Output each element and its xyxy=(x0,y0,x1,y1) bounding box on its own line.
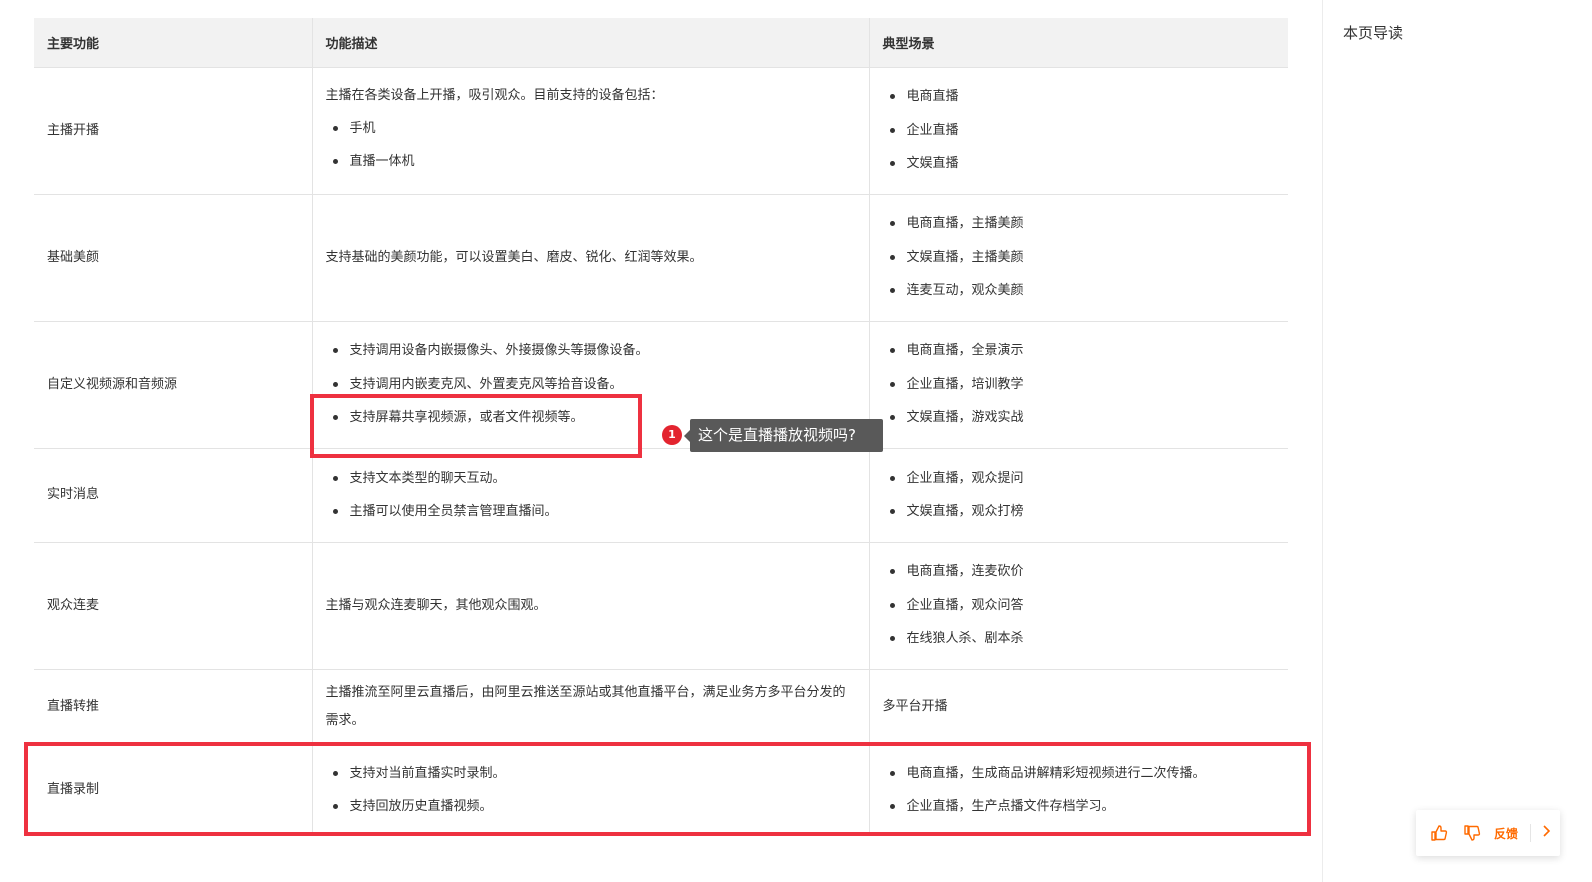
scenes-cell: 企业直播，观众提问 文娱直播，观众打榜 xyxy=(869,448,1288,543)
list-item: 手机 xyxy=(326,112,856,146)
description-text: 主播推流至阿里云直播后，由阿里云推送至源站或其他直播平台，满足业务方多平台分发的… xyxy=(325,685,846,728)
description-cell: 支持对当前直播实时录制。 支持回放历史直播视频。 xyxy=(312,745,870,835)
list-item: 文娱直播 xyxy=(883,147,1276,181)
header-feature: 主要功能 xyxy=(34,18,313,68)
table-header-row: 主要功能 功能描述 典型场景 xyxy=(34,18,1288,68)
feature-cell: 基础美颜 xyxy=(34,194,313,322)
scenes-cell: 电商直播，全景演示 企业直播，培训教学 文娱直播，游戏实战 xyxy=(869,321,1288,449)
content-area: 主要功能 功能描述 典型场景 主播开播 主播在各类设备上开播，吸引观众。目前支持… xyxy=(34,18,1288,835)
description-list: 支持对当前直播实时录制。 支持回放历史直播视频。 xyxy=(326,757,856,824)
description-cell: 主播在各类设备上开播，吸引观众。目前支持的设备包括： 手机 直播一体机 xyxy=(312,67,870,195)
feature-cell: 直播录制 xyxy=(34,745,313,835)
scenes-cell: 电商直播，生成商品讲解精彩短视频进行二次传播。 企业直播，生产点播文件存档学习。 xyxy=(869,745,1288,835)
feedback-widget: 反馈 xyxy=(1416,810,1560,856)
list-item: 企业直播 xyxy=(883,114,1276,148)
table-row: 实时消息 支持文本类型的聊天互动。 主播可以使用全员禁言管理直播间。 企业直播，… xyxy=(34,448,1288,543)
list-item: 电商直播 xyxy=(883,80,1276,114)
scenes-list: 电商直播，主播美颜 文娱直播，主播美颜 连麦互动，观众美颜 xyxy=(883,207,1276,308)
scenes-list: 电商直播 企业直播 文娱直播 xyxy=(883,80,1276,181)
scenes-cell: 电商直播，连麦砍价 企业直播，观众问答 在线狼人杀、剧本杀 xyxy=(869,542,1288,670)
table-row: 直播转推 主播推流至阿里云直播后，由阿里云推送至源站或其他直播平台，满足业务方多… xyxy=(34,669,1288,746)
list-item: 文娱直播，游戏实战 xyxy=(883,401,1276,435)
description-cell: 主播与观众连麦聊天，其他观众围观。 xyxy=(312,542,870,670)
feedback-button[interactable]: 反馈 xyxy=(1494,825,1518,842)
scenes-list: 电商直播，生成商品讲解精彩短视频进行二次传播。 企业直播，生产点播文件存档学习。 xyxy=(883,757,1276,824)
sidebar-divider xyxy=(1322,0,1323,882)
list-item: 主播可以使用全员禁言管理直播间。 xyxy=(326,495,856,529)
feature-table: 主要功能 功能描述 典型场景 主播开播 主播在各类设备上开播，吸引观众。目前支持… xyxy=(34,18,1288,835)
list-item: 文娱直播，主播美颜 xyxy=(883,241,1276,275)
list-item: 支持调用内嵌麦克风、外置麦克风等拾音设备。 xyxy=(326,368,856,402)
list-item: 支持回放历史直播视频。 xyxy=(326,790,856,824)
list-item: 直播一体机 xyxy=(326,145,856,179)
description-cell: 支持基础的美颜功能，可以设置美白、磨皮、锐化、红润等效果。 xyxy=(312,194,870,322)
list-item: 连麦互动，观众美颜 xyxy=(883,274,1276,308)
description-text: 支持基础的美颜功能，可以设置美白、磨皮、锐化、红润等效果。 xyxy=(325,249,703,265)
description-cell: 主播推流至阿里云直播后，由阿里云推送至源站或其他直播平台，满足业务方多平台分发的… xyxy=(312,669,870,746)
annotation-marker[interactable]: 1 xyxy=(662,425,682,445)
annotation-tooltip: 这个是直播播放视频吗? xyxy=(684,419,883,452)
list-item: 电商直播，生成商品讲解精彩短视频进行二次传播。 xyxy=(883,757,1276,791)
list-item: 文娱直播，观众打榜 xyxy=(883,495,1276,529)
header-description: 功能描述 xyxy=(312,18,870,68)
thumbs-up-icon[interactable] xyxy=(1428,822,1450,844)
toc-title: 本页导读 xyxy=(1343,24,1404,42)
list-item: 企业直播，生产点播文件存档学习。 xyxy=(883,790,1276,824)
scenes-list: 电商直播，连麦砍价 企业直播，观众问答 在线狼人杀、剧本杀 xyxy=(883,555,1276,656)
header-scenes: 典型场景 xyxy=(869,18,1288,68)
list-item: 电商直播，主播美颜 xyxy=(883,207,1276,241)
table-row: 主播开播 主播在各类设备上开播，吸引观众。目前支持的设备包括： 手机 直播一体机… xyxy=(34,67,1288,195)
list-item: 支持调用设备内嵌摄像头、外接摄像头等摄像设备。 xyxy=(326,334,856,368)
table-row: 观众连麦 主播与观众连麦聊天，其他观众围观。 电商直播，连麦砍价 企业直播，观众… xyxy=(34,542,1288,670)
description-text: 主播与观众连麦聊天，其他观众围观。 xyxy=(325,597,547,613)
list-item: 企业直播，观众问答 xyxy=(883,589,1276,623)
feature-cell: 观众连麦 xyxy=(34,542,313,670)
table-row: 自定义视频源和音频源 支持调用设备内嵌摄像头、外接摄像头等摄像设备。 支持调用内… xyxy=(34,321,1288,449)
table-row: 直播录制 支持对当前直播实时录制。 支持回放历史直播视频。 电商直播，生成商品讲… xyxy=(34,745,1288,835)
description-list: 手机 直播一体机 xyxy=(326,112,856,179)
feature-cell: 主播开播 xyxy=(34,67,313,195)
scenes-cell: 电商直播，主播美颜 文娱直播，主播美颜 连麦互动，观众美颜 xyxy=(869,194,1288,322)
divider xyxy=(1530,824,1532,842)
description-list: 支持文本类型的聊天互动。 主播可以使用全员禁言管理直播间。 xyxy=(326,462,856,529)
scenes-cell: 电商直播 企业直播 文娱直播 xyxy=(869,67,1288,195)
list-item: 企业直播，培训教学 xyxy=(883,368,1276,402)
description-cell: 支持文本类型的聊天互动。 主播可以使用全员禁言管理直播间。 xyxy=(312,448,870,543)
list-item: 电商直播，连麦砍价 xyxy=(883,555,1276,589)
scenes-cell: 多平台开播 xyxy=(869,669,1288,746)
list-item: 支持文本类型的聊天互动。 xyxy=(326,462,856,496)
feature-cell: 直播转推 xyxy=(34,669,313,746)
feature-cell: 实时消息 xyxy=(34,448,313,543)
scenes-list: 企业直播，观众提问 文娱直播，观众打榜 xyxy=(883,462,1276,529)
thumbs-down-icon[interactable] xyxy=(1461,822,1483,844)
chevron-right-icon[interactable] xyxy=(1541,825,1551,841)
description-text: 主播在各类设备上开播，吸引观众。目前支持的设备包括： xyxy=(325,87,664,103)
list-item: 电商直播，全景演示 xyxy=(883,334,1276,368)
list-item: 企业直播，观众提问 xyxy=(883,462,1276,496)
feature-cell: 自定义视频源和音频源 xyxy=(34,321,313,449)
scenes-list: 电商直播，全景演示 企业直播，培训教学 文娱直播，游戏实战 xyxy=(883,334,1276,435)
list-item: 支持对当前直播实时录制。 xyxy=(326,757,856,791)
table-row: 基础美颜 支持基础的美颜功能，可以设置美白、磨皮、锐化、红润等效果。 电商直播，… xyxy=(34,194,1288,322)
list-item: 在线狼人杀、剧本杀 xyxy=(883,622,1276,656)
